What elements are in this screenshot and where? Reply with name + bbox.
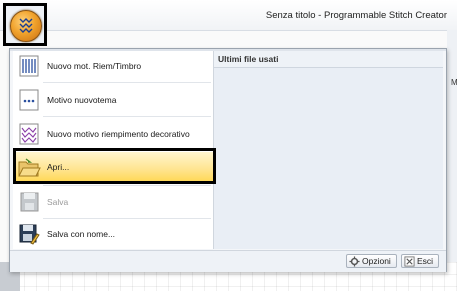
app-button-highlight: [3, 3, 47, 46]
window-title: Senza titolo - Programmable Stitch Creat…: [265, 10, 447, 21]
exit-button[interactable]: Esci: [401, 254, 439, 268]
menu-separator: [43, 116, 211, 117]
application-menu-icon: [19, 18, 33, 33]
open-item-highlight-frame: [13, 148, 216, 184]
close-icon: [404, 256, 415, 267]
gear-icon: [349, 256, 360, 267]
new-fill-stamp-icon: [19, 55, 39, 77]
ribbon-partial-label: Mo: [451, 78, 457, 87]
recent-files-heading: Ultimi file usati: [218, 54, 279, 64]
options-button[interactable]: Opzioni: [346, 254, 397, 268]
exit-label: Esci: [417, 256, 434, 266]
menu-item-save[interactable]: Salva: [13, 187, 213, 217]
menu-separator: [43, 82, 211, 83]
menu-item-save-as[interactable]: Salva con nome...: [13, 219, 213, 249]
menu-item-label: Motivo nuovotema: [47, 95, 117, 105]
menu-footer: Opzioni Esci: [10, 250, 446, 272]
save-as-icon: [19, 224, 40, 245]
new-decorative-fill-icon: [19, 123, 39, 145]
application-menu-button[interactable]: [10, 10, 42, 42]
recent-files-panel: Ultimi file usati: [214, 51, 443, 249]
menu-item-new-motif[interactable]: Motivo nuovotema: [13, 85, 213, 115]
title-bar: Senza titolo - Programmable Stitch Creat…: [0, 0, 457, 31]
menu-item-label: Salva: [47, 197, 69, 207]
recent-files-header: Ultimi file usati: [214, 51, 443, 68]
menu-item-new-fill-stamp[interactable]: Nuovo mot. Riem/Timbro: [13, 51, 213, 81]
menu-separator: [43, 185, 211, 186]
ribbon-background: [447, 30, 457, 291]
new-motif-icon: [19, 89, 39, 111]
options-label: Opzioni: [362, 256, 391, 266]
menu-item-label: Nuovo motivo riempimento decorativo: [47, 129, 190, 139]
menu-item-label: Nuovo mot. Riem/Timbro: [47, 61, 142, 71]
save-icon: [20, 192, 39, 212]
menu-item-label: Salva con nome...: [47, 229, 116, 239]
menu-item-new-decorative-fill[interactable]: Nuovo motivo riempimento decorativo: [13, 119, 213, 149]
